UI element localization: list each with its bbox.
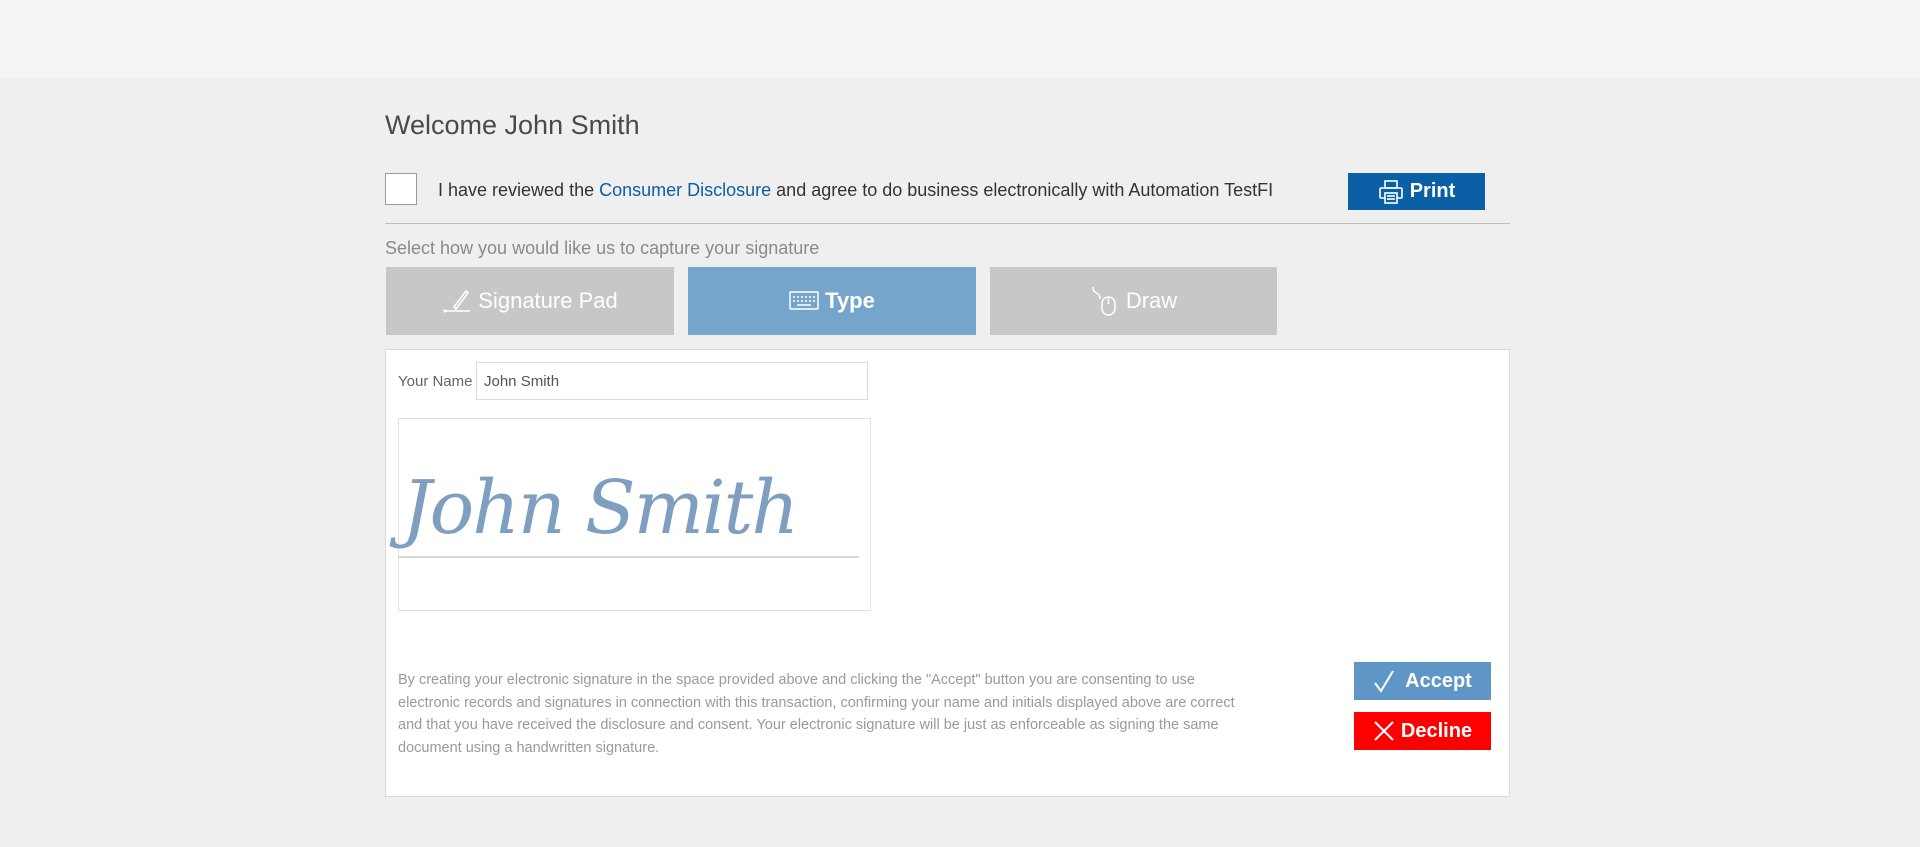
name-input[interactable] (476, 362, 868, 400)
printer-icon (1378, 179, 1404, 205)
agree-checkbox[interactable] (385, 173, 417, 205)
agreement-text-after: and agree to do business electronically … (771, 180, 1274, 200)
pen-icon (442, 287, 472, 315)
close-icon (1373, 720, 1395, 742)
checkmark-icon (1373, 669, 1395, 693)
signature-preview: John Smith (402, 465, 799, 551)
signature-line (398, 556, 859, 558)
mouse-icon (1090, 285, 1120, 317)
tab-signature-pad[interactable]: Signature Pad (386, 267, 674, 335)
capture-prompt: Select how you would like us to capture … (385, 238, 820, 258)
tab-type[interactable]: Type (688, 267, 976, 335)
keyboard-icon (789, 290, 819, 312)
tab-draw-label: Draw (1125, 288, 1178, 313)
print-label: Print (1409, 180, 1456, 202)
agreement-text: I have reviewed the Consumer Disclosure … (438, 180, 1273, 201)
accept-label: Accept (1405, 669, 1472, 692)
accept-button[interactable]: Accept (1354, 662, 1491, 700)
print-button[interactable]: Print (1348, 173, 1485, 210)
decline-button[interactable]: Decline (1354, 712, 1491, 750)
top-bar (0, 0, 1920, 78)
name-label: Your Name (398, 373, 473, 390)
tab-type-label: Type (825, 288, 875, 313)
agreement-text-before: I have reviewed the (438, 180, 600, 200)
tab-draw[interactable]: Draw (990, 267, 1277, 335)
consumer-disclosure-link[interactable]: Consumer Disclosure (599, 180, 771, 200)
tab-signature-pad-label: Signature Pad (478, 288, 618, 313)
divider (385, 223, 1510, 224)
legal-consent-text: By creating your electronic signature in… (398, 672, 1235, 756)
decline-label: Decline (1400, 719, 1473, 742)
page-title: Welcome John Smith (385, 110, 640, 140)
